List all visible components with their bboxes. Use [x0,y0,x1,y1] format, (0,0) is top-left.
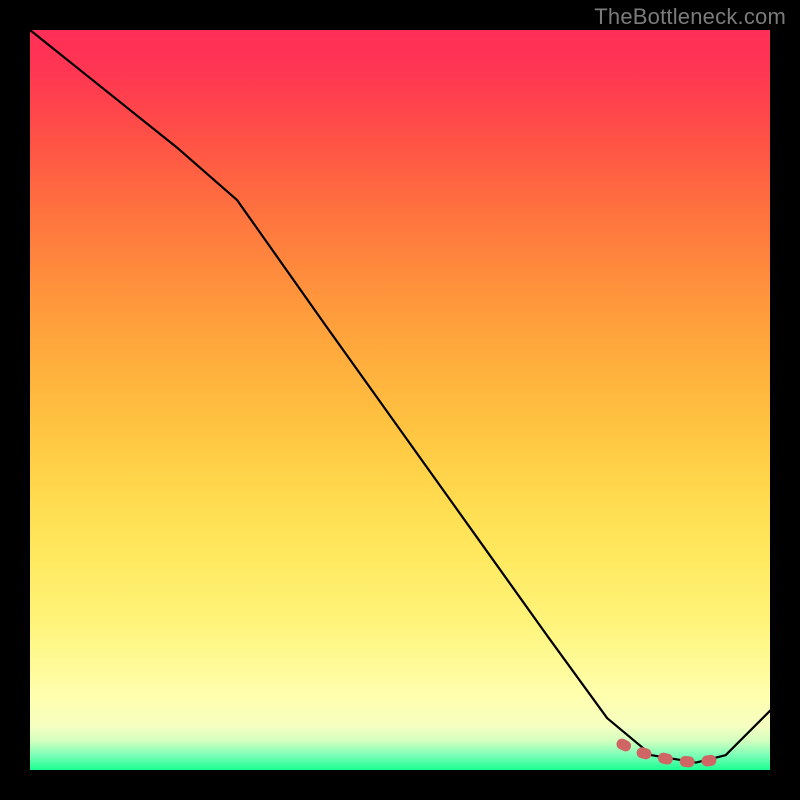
chart-svg [30,30,770,770]
watermark-text: TheBottleneck.com [594,4,786,30]
chart-frame: TheBottleneck.com [0,0,800,800]
bottleneck-curve-line [30,30,770,763]
plot-area [30,30,770,770]
